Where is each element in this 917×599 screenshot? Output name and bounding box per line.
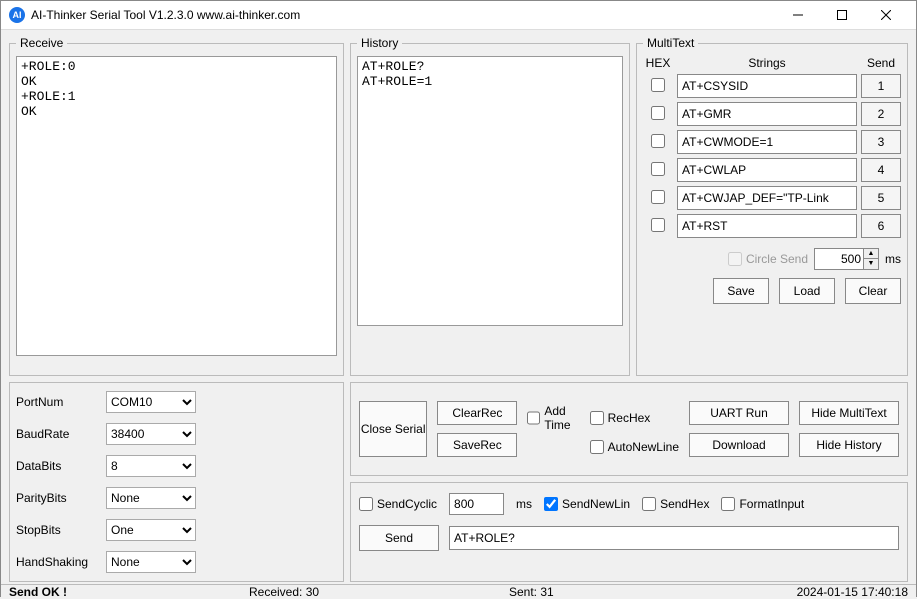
multitext-send-button[interactable]: 3: [861, 130, 901, 154]
portnum-label: PortNum: [16, 395, 106, 409]
download-button[interactable]: Download: [689, 433, 789, 457]
send-button[interactable]: Send: [359, 525, 439, 551]
history-textarea[interactable]: AT+ROLE? AT+ROLE=1: [357, 56, 623, 326]
handshaking-select[interactable]: None: [106, 551, 196, 573]
spinner-buttons[interactable]: ▲▼: [864, 248, 879, 270]
maximize-button[interactable]: [820, 1, 864, 29]
receive-panel: Receive +ROLE:0 OK +ROLE:1 OK: [9, 36, 344, 376]
databits-label: DataBits: [16, 459, 106, 473]
stopbits-label: StopBits: [16, 523, 106, 537]
formatinput-label: FormatInput: [739, 497, 804, 511]
hide-multitext-button[interactable]: Hide MultiText: [799, 401, 899, 425]
multitext-hex-checkbox[interactable]: [651, 162, 665, 176]
receive-textarea[interactable]: +ROLE:0 OK +ROLE:1 OK: [16, 56, 337, 356]
multitext-row: 1: [643, 74, 901, 98]
port-panel: PortNum COM10 BaudRate 38400 DataBits 8 …: [9, 382, 344, 582]
multitext-head-hex: HEX: [643, 56, 673, 70]
multitext-hex-checkbox[interactable]: [651, 218, 665, 232]
multitext-panel: MultiText HEX Strings Send 1 2 3 4 5 6 Circle…: [636, 36, 908, 376]
sendcyclic-value[interactable]: [449, 493, 504, 515]
multitext-legend: MultiText: [643, 36, 698, 50]
rechex-label: RecHex: [608, 411, 651, 425]
sendcyclic-label: SendCyclic: [377, 497, 437, 511]
hide-history-button[interactable]: Hide History: [799, 433, 899, 457]
multitext-clear-button[interactable]: Clear: [845, 278, 901, 304]
multitext-row: 2: [643, 102, 901, 126]
close-serial-button[interactable]: Close Serial: [359, 401, 427, 457]
multitext-send-button[interactable]: 4: [861, 158, 901, 182]
titlebar: AI AI-Thinker Serial Tool V1.2.3.0 www.a…: [1, 1, 916, 30]
circle-send-value[interactable]: [814, 248, 864, 270]
circle-send-label: Circle Send: [746, 252, 808, 266]
paritybits-label: ParityBits: [16, 491, 106, 505]
window-title: AI-Thinker Serial Tool V1.2.3.0 www.ai-t…: [31, 8, 300, 22]
multitext-send-button[interactable]: 6: [861, 214, 901, 238]
multitext-row: 6: [643, 214, 901, 238]
saverec-button[interactable]: SaveRec: [437, 433, 517, 457]
multitext-hex-checkbox[interactable]: [651, 190, 665, 204]
minimize-button[interactable]: [776, 1, 820, 29]
multitext-string-input[interactable]: [677, 158, 857, 182]
circle-send-unit: ms: [885, 252, 901, 266]
handshaking-label: HandShaking: [16, 555, 106, 569]
multitext-string-input[interactable]: [677, 214, 857, 238]
autonewline-label: AutoNewLine: [608, 440, 679, 454]
sendcyclic-unit: ms: [516, 497, 532, 511]
portnum-select[interactable]: COM10: [106, 391, 196, 413]
app-icon: AI: [9, 7, 25, 23]
multitext-row: 4: [643, 158, 901, 182]
multitext-hex-checkbox[interactable]: [651, 78, 665, 92]
baudrate-label: BaudRate: [16, 427, 106, 441]
chevron-down-icon[interactable]: ▼: [864, 259, 878, 269]
databits-select[interactable]: 8: [106, 455, 196, 477]
circle-send-checkbox[interactable]: [728, 252, 742, 266]
paritybits-select[interactable]: None: [106, 487, 196, 509]
send-input[interactable]: [449, 526, 899, 550]
sendcyclic-checkbox[interactable]: [359, 497, 373, 511]
multitext-send-button[interactable]: 1: [861, 74, 901, 98]
toolbar-panel: Close Serial ClearRec SaveRec Add Time R…: [350, 382, 908, 476]
sendhex-checkbox[interactable]: [642, 497, 656, 511]
multitext-string-input[interactable]: [677, 102, 857, 126]
multitext-send-button[interactable]: 2: [861, 102, 901, 126]
multitext-hex-checkbox[interactable]: [651, 106, 665, 120]
multitext-string-input[interactable]: [677, 130, 857, 154]
multitext-send-button[interactable]: 5: [861, 186, 901, 210]
chevron-up-icon[interactable]: ▲: [864, 249, 878, 259]
multitext-row: 5: [643, 186, 901, 210]
receive-legend: Receive: [16, 36, 67, 50]
multitext-save-button[interactable]: Save: [713, 278, 769, 304]
formatinput-checkbox[interactable]: [721, 497, 735, 511]
send-panel: SendCyclic ms SendNewLin SendHex FormatI…: [350, 482, 908, 582]
multitext-head-strings: Strings: [673, 56, 861, 70]
stopbits-select[interactable]: One: [106, 519, 196, 541]
history-panel: History AT+ROLE? AT+ROLE=1: [350, 36, 630, 376]
addtime-label: Add Time: [544, 404, 571, 432]
sendnewline-label: SendNewLin: [562, 497, 630, 511]
multitext-string-input[interactable]: [677, 74, 857, 98]
baudrate-select[interactable]: 38400: [106, 423, 196, 445]
autonewline-checkbox[interactable]: [590, 440, 604, 454]
sendnewline-checkbox[interactable]: [544, 497, 558, 511]
rechex-checkbox[interactable]: [590, 411, 604, 425]
multitext-string-input[interactable]: [677, 186, 857, 210]
history-legend: History: [357, 36, 402, 50]
multitext-hex-checkbox[interactable]: [651, 134, 665, 148]
multitext-row: 3: [643, 130, 901, 154]
addtime-checkbox[interactable]: [527, 411, 540, 425]
multitext-load-button[interactable]: Load: [779, 278, 835, 304]
uartrun-button[interactable]: UART Run: [689, 401, 789, 425]
clearrec-button[interactable]: ClearRec: [437, 401, 517, 425]
close-button[interactable]: [864, 1, 908, 29]
sendhex-label: SendHex: [660, 497, 709, 511]
multitext-head-send: Send: [861, 56, 901, 70]
